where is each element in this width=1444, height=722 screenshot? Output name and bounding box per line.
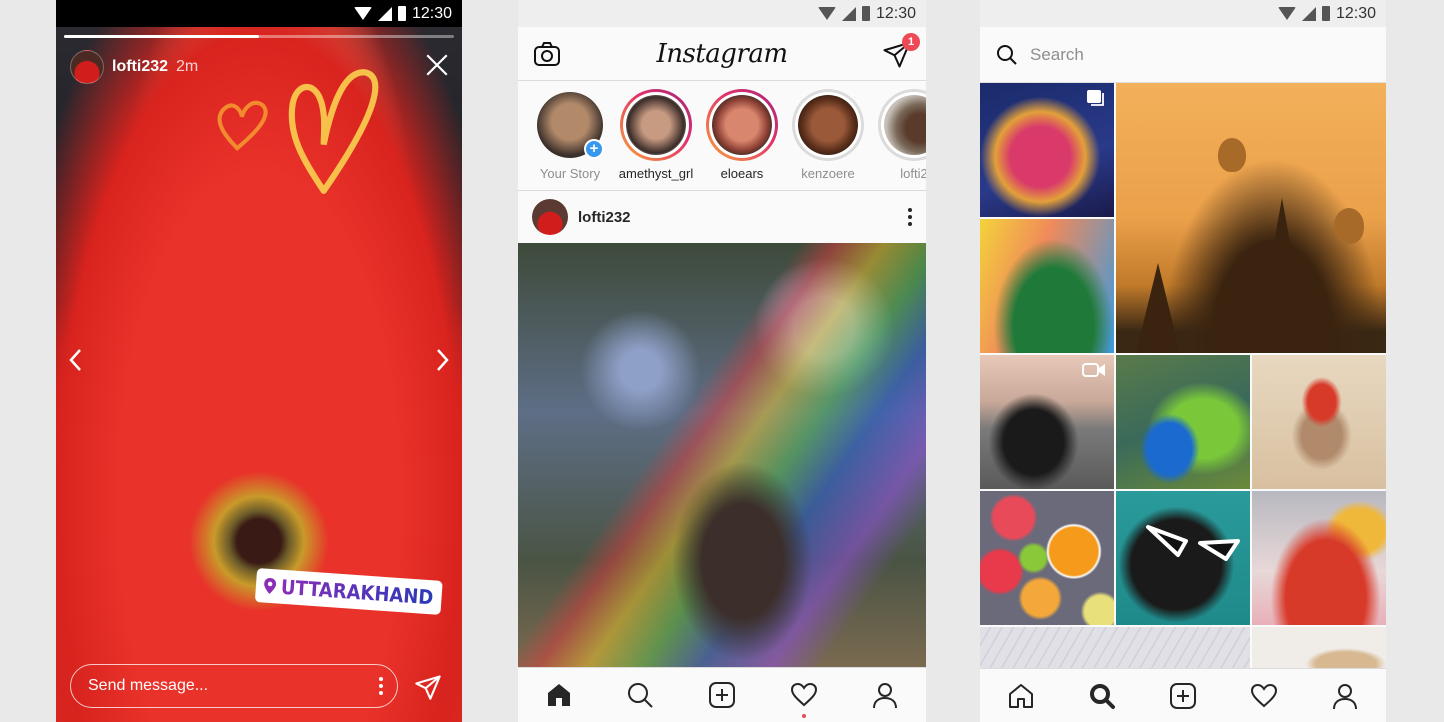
explore-screen: 12:30 Search <box>980 0 1386 722</box>
avatar <box>884 95 926 155</box>
search-icon <box>997 44 1017 65</box>
search-input[interactable]: Search <box>980 27 1386 83</box>
location-label: UTTARAKHAND <box>280 574 435 610</box>
search-icon[interactable] <box>626 681 654 709</box>
explore-tile-temples-balloons[interactable] <box>1116 83 1386 353</box>
direct-badge: 1 <box>902 32 920 51</box>
activity-button[interactable] <box>790 681 818 718</box>
signal-icon <box>1301 6 1316 21</box>
story-time-ago: 2m <box>176 58 199 75</box>
camera-icon[interactable] <box>532 39 562 69</box>
home-icon[interactable] <box>1007 682 1035 710</box>
story-label: kenzoere <box>801 166 855 181</box>
status-time: 12:30 <box>1335 4 1376 22</box>
status-bar: 12:30 <box>56 0 462 27</box>
post-image[interactable] <box>518 243 926 667</box>
feed-top-bar: Instagram 1 <box>518 27 926 81</box>
wifi-icon <box>353 7 372 20</box>
story-label: amethyst_grl <box>618 166 694 181</box>
wifi-icon <box>817 7 836 20</box>
instagram-logo: Instagram <box>656 38 788 69</box>
avatar[interactable] <box>70 50 104 84</box>
story-label: Your Story <box>539 166 601 181</box>
post-header: lofti232 <box>518 191 926 243</box>
activity-notification-dot <box>801 713 806 718</box>
story-item-eloears[interactable]: eloears <box>704 89 780 190</box>
story-item-kenzoere[interactable]: kenzoere <box>790 89 866 190</box>
heart-doodle-large <box>288 69 379 194</box>
location-pin-icon <box>264 577 277 594</box>
signal-icon <box>841 6 856 21</box>
story-header[interactable]: lofti232 2m <box>70 50 198 84</box>
search-icon[interactable] <box>1088 682 1116 710</box>
temple-silhouette <box>1254 198 1310 353</box>
feed-screen: 12:30 Instagram 1 + Your Story amethyst_… <box>518 0 926 722</box>
bottom-nav <box>518 667 926 721</box>
profile-icon[interactable] <box>1331 682 1359 710</box>
chevron-left-icon[interactable] <box>68 347 84 373</box>
bottom-nav <box>980 668 1386 722</box>
status-time: 12:30 <box>875 4 916 22</box>
battery-icon <box>1321 6 1330 21</box>
avatar[interactable] <box>532 199 568 235</box>
explore-tile-sunglasses-portrait[interactable] <box>1116 491 1250 625</box>
explore-grid <box>980 83 1386 668</box>
story-item-your-story[interactable]: + Your Story <box>532 89 608 190</box>
signal-icon <box>377 6 392 21</box>
video-icon <box>1082 363 1105 377</box>
send-icon[interactable] <box>414 673 442 701</box>
story-item-lofti2[interactable]: lofti2 <box>876 89 926 190</box>
story-progress-fill <box>64 35 259 38</box>
direct-messages-button[interactable]: 1 <box>882 32 920 69</box>
avatar <box>712 95 772 155</box>
more-vertical-icon[interactable] <box>908 208 912 226</box>
carousel-icon <box>1087 90 1104 106</box>
story-progress-bar <box>64 35 454 38</box>
balloon <box>1218 138 1246 172</box>
status-time: 12:30 <box>411 4 452 22</box>
explore-tile-citrus-fruits[interactable] <box>980 491 1114 625</box>
heart-icon <box>790 682 817 706</box>
battery-icon <box>861 6 870 21</box>
story-label: lofti2 <box>900 166 926 181</box>
send-message-input[interactable]: Send message... <box>70 664 398 708</box>
post-username[interactable]: lofti232 <box>578 209 898 226</box>
search-placeholder: Search <box>1030 44 1084 64</box>
battery-icon <box>397 6 406 21</box>
chevron-right-icon[interactable] <box>434 347 450 373</box>
temple-silhouette <box>1136 263 1180 353</box>
more-vertical-icon[interactable] <box>379 677 383 695</box>
status-bar: 12:30 <box>518 0 926 27</box>
balloon <box>1334 208 1364 244</box>
heart-doodle-small <box>217 100 268 151</box>
sunglasses-shape <box>1146 525 1240 561</box>
explore-tile-spice-market[interactable] <box>1252 491 1386 625</box>
close-icon[interactable] <box>424 52 450 78</box>
wifi-icon <box>1277 7 1296 20</box>
add-post-icon[interactable] <box>1169 682 1197 710</box>
heart-icon[interactable] <box>1250 682 1278 710</box>
profile-icon[interactable] <box>871 681 899 709</box>
stories-tray: + Your Story amethyst_grl eloears kenzoe… <box>518 81 926 191</box>
add-post-icon[interactable] <box>708 681 736 709</box>
status-bar: 12:30 <box>980 0 1386 27</box>
avatar <box>798 95 858 155</box>
add-story-icon[interactable]: + <box>584 139 604 159</box>
story-label: eloears <box>720 166 764 181</box>
explore-tile-peacock[interactable] <box>1116 355 1250 489</box>
avatar <box>626 95 686 155</box>
story-screen: 12:30 lofti232 2m UTTARAKHAND Send messa… <box>56 0 462 722</box>
home-icon[interactable] <box>545 681 573 709</box>
explore-tile-dog[interactable] <box>1252 627 1386 668</box>
explore-tile-abstract-waves[interactable] <box>980 627 1250 668</box>
story-username[interactable]: lofti232 <box>112 58 168 76</box>
explore-tile-dancer[interactable] <box>1252 355 1386 489</box>
explore-tile-motorcycle-rider[interactable] <box>980 355 1114 489</box>
message-placeholder: Send message... <box>88 677 209 694</box>
explore-tile-holi-festival[interactable] <box>980 83 1114 217</box>
explore-tile-concert-singer[interactable] <box>980 219 1114 353</box>
story-item-amethyst-grl[interactable]: amethyst_grl <box>618 89 694 190</box>
